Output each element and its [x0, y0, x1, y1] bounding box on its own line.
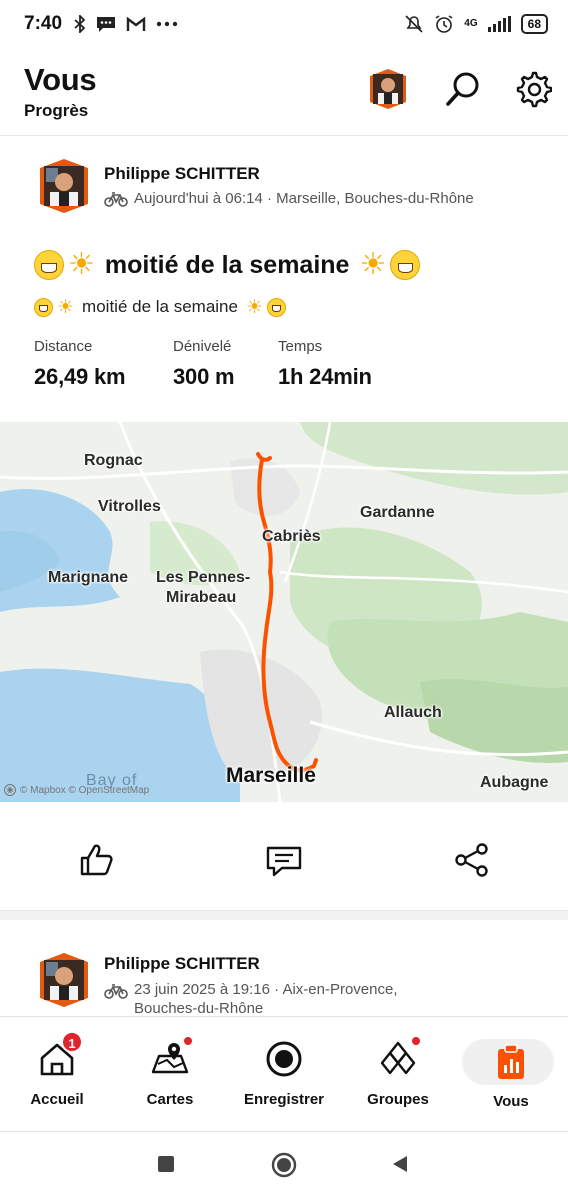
comment-icon[interactable]: [264, 840, 304, 880]
signal-icon: [487, 16, 511, 32]
map-label-cabries: Cabriès: [262, 528, 321, 545]
status-time: 7:40: [24, 13, 63, 34]
share-icon[interactable]: [452, 840, 492, 880]
activity-description-text: moitié de la semaine: [82, 297, 238, 316]
mute-icon: [405, 15, 423, 33]
grinning-face-icon: [34, 297, 53, 317]
new-indicator-dot: [182, 1035, 194, 1047]
sun-icon: ☀: [359, 248, 387, 281]
sun-icon: ☀: [245, 296, 264, 318]
page-subtitle-tab[interactable]: Progrès: [24, 101, 88, 121]
stat-time: Temps 1h 24min: [278, 338, 372, 390]
network-type: 4G: [464, 18, 478, 29]
activity-actions: [0, 820, 568, 900]
page-title: Vous: [24, 62, 97, 97]
nav-maps[interactable]: Cartes: [115, 1035, 225, 1119]
alarm-icon: [435, 15, 453, 33]
map-label-rognac: Rognac: [84, 452, 143, 469]
record-icon: [264, 1039, 304, 1079]
feed-separator: [0, 910, 568, 920]
activity-meta: Aujourd'hui à 06:14 · Marseille, Bouches…: [104, 190, 474, 207]
message-icon: [97, 17, 116, 32]
activity-meta: 23 juin 2025 à 19:16 · Aix-en-Provence, …: [104, 980, 398, 1018]
stat-value: 1h 24min: [278, 364, 372, 389]
map-label-marseille: Marseille: [226, 764, 316, 787]
bike-icon: [104, 984, 128, 999]
profile-avatar[interactable]: [368, 68, 408, 110]
athlete-name[interactable]: Philippe SCHITTER: [104, 164, 260, 184]
map-label-aubagne: Aubagne: [480, 774, 549, 791]
map-attribution-text: © Mapbox © OpenStreetMap: [20, 784, 150, 796]
system-navigation-bar: [0, 1134, 568, 1200]
back-icon[interactable]: [390, 1154, 410, 1174]
stat-value: 26,49 km: [34, 364, 126, 389]
stat-label: Dénivelé: [173, 338, 232, 355]
nav-groups[interactable]: Groupes: [343, 1035, 453, 1119]
stat-distance: Distance 26,49 km: [34, 338, 126, 390]
nav-you[interactable]: Vous: [456, 1039, 566, 1119]
more-notifications-icon: [156, 21, 178, 27]
nav-label: Enregistrer: [243, 1091, 325, 1108]
map-label-allauch: Allauch: [384, 704, 442, 721]
map-label-gardanne: Gardanne: [360, 504, 435, 521]
grinning-face-icon: [390, 250, 421, 280]
nav-label: Groupes: [367, 1091, 429, 1108]
battery-icon: 68: [520, 14, 548, 34]
bike-icon: [104, 191, 128, 207]
status-notification-icons: [74, 15, 178, 33]
activity-description: ☀ moitié de la semaine ☀: [34, 296, 287, 318]
groups-icon: [378, 1035, 422, 1079]
map-label-les-pennes: Les Pennes-: [156, 569, 251, 586]
sun-icon: ☀: [68, 248, 95, 281]
map-attribution[interactable]: ◉ © Mapbox © OpenStreetMap: [4, 784, 149, 796]
map-background: [0, 422, 568, 802]
stat-elevation: Dénivelé 300 m: [173, 338, 235, 390]
map-label-mirabeau: Mirabeau: [166, 589, 237, 606]
map-label-vitrolles: Vitrolles: [98, 498, 161, 515]
athlete-avatar[interactable]: [38, 952, 90, 1008]
bottom-navigation: 1 Accueil Cartes Enregistrer Groupes Vou…: [0, 1016, 568, 1132]
nav-home[interactable]: 1 Accueil: [2, 1031, 112, 1119]
progress-clipboard-icon: [491, 1043, 531, 1083]
grinning-face-icon: [34, 250, 64, 280]
gmail-icon: [126, 16, 146, 31]
settings-gear-icon[interactable]: [514, 70, 552, 108]
search-icon[interactable]: [444, 70, 482, 108]
app-header: Vous Progrès: [0, 56, 568, 136]
athlete-avatar[interactable]: [38, 158, 90, 214]
status-bar: 7:40 4G 68: [0, 0, 568, 48]
bluetooth-icon: [74, 15, 86, 33]
sun-icon: ☀: [57, 296, 75, 318]
activity-map[interactable]: Rognac Vitrolles Gardanne Cabriès Marign…: [0, 422, 568, 802]
next-activity-header[interactable]: Philippe SCHITTER 23 juin 2025 à 19:16 ·…: [0, 940, 568, 1020]
new-indicator-dot: [410, 1035, 422, 1047]
status-system-icons: 4G 68: [404, 14, 548, 34]
stat-label: Distance: [34, 338, 93, 355]
nav-record[interactable]: Enregistrer: [229, 1039, 339, 1119]
notification-badge: 1: [61, 1031, 83, 1053]
activity-date-location: 23 juin 2025 à 19:16 · Aix-en-Provence,: [134, 981, 398, 998]
stat-value: 300 m: [173, 364, 235, 389]
map-icon: [150, 1035, 194, 1079]
home-button-icon[interactable]: [271, 1152, 297, 1178]
activity-title-text: moitié de la semaine: [104, 250, 350, 279]
map-label-marignane: Marignane: [48, 569, 129, 586]
nav-label: Cartes: [146, 1091, 194, 1108]
activity-date-location: Aujourd'hui à 06:14 · Marseille, Bouches…: [134, 190, 474, 207]
activity-header[interactable]: Philippe SCHITTER Aujourd'hui à 06:14 · …: [0, 150, 568, 220]
nav-label: Vous: [493, 1093, 529, 1110]
recent-apps-icon[interactable]: [156, 1154, 176, 1174]
nav-label: Accueil: [30, 1091, 84, 1108]
grinning-face-icon: [267, 297, 287, 317]
kudos-thumbs-up-icon[interactable]: [76, 840, 116, 880]
home-icon: 1: [37, 1031, 83, 1079]
mapbox-logo-icon: ◉: [4, 784, 16, 796]
athlete-name[interactable]: Philippe SCHITTER: [104, 954, 260, 974]
activity-title[interactable]: ☀ moitié de la semaine ☀: [34, 248, 421, 281]
stat-label: Temps: [278, 338, 323, 355]
